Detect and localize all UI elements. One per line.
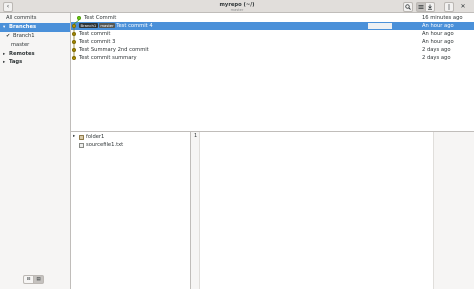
sidebar-footer: ⊟ ▤: [0, 272, 70, 289]
menu-button[interactable]: [444, 1, 454, 12]
download-button[interactable]: [425, 1, 435, 12]
commit-date: 2 days ago: [422, 55, 451, 61]
commit-graph-lines: [73, 19, 80, 58]
sidebar-heading-label: Tags: [9, 59, 23, 65]
file-icon: [79, 142, 84, 148]
source-viewer[interactable]: 1: [191, 132, 474, 289]
commit-date: 2 days ago: [422, 47, 451, 53]
commit-row[interactable]: Test commit: [71, 30, 445, 38]
sidebar-item-label: All commits: [6, 15, 37, 21]
view-button-group: [416, 1, 435, 12]
layout-columns-icon: ⊟: [26, 277, 31, 282]
commit-subject: Test commit 3: [79, 39, 116, 45]
sidebar-heading-branches[interactable]: ▾ Branches: [0, 23, 70, 32]
redacted-region: [368, 23, 392, 29]
commit-subject: Test commit: [79, 31, 111, 37]
file-tree-label: sourcefile1.txt: [86, 142, 124, 148]
search-icon: [405, 3, 411, 10]
sidebar-heading-tags[interactable]: ▸ Tags: [0, 58, 70, 67]
sidebar-item-all-commits[interactable]: All commits: [0, 14, 70, 23]
sidebar-heading-label: Branches: [9, 24, 37, 30]
commit-row[interactable]: Test commit 3: [71, 38, 445, 46]
layout-vertical-button[interactable]: ▤: [33, 275, 44, 284]
commit-subject: Test Commit: [84, 15, 117, 21]
download-icon: [428, 4, 432, 10]
commit-date: An hour ago: [422, 22, 474, 30]
sidebar-item-branch1[interactable]: ✔ Branch1: [0, 32, 70, 41]
file-tree: ▸ folder1 sourcefile1.txt: [71, 132, 191, 289]
commit-date: An hour ago: [422, 39, 454, 45]
folder-icon: [79, 134, 84, 140]
layout-rows-icon: ▤: [36, 277, 41, 282]
commit-row[interactable]: Test Commit: [71, 14, 445, 22]
commit-row[interactable]: Test Summary 2nd commit: [71, 46, 445, 54]
commit-row[interactable]: Test commit summary: [71, 54, 445, 62]
line-number-gutter: 1: [191, 132, 200, 289]
commit-subject-line: Branch1 master Test commit 4: [79, 22, 153, 30]
sidebar: All commits ▾ Branches ✔ Branch1 master ▸ R…: [0, 13, 71, 289]
file-tree-row-file[interactable]: sourcefile1.txt: [71, 141, 191, 149]
commit-date: An hour ago: [422, 31, 454, 37]
layout-toggle: ⊟ ▤: [23, 275, 44, 284]
chevron-right-icon: ▸: [73, 134, 76, 139]
date-column: 16 minutes ago An hour ago An hour ago A…: [422, 13, 474, 132]
file-tree-row-folder[interactable]: ▸ folder1: [71, 133, 191, 141]
list-icon: [418, 4, 424, 9]
search-button[interactable]: [403, 1, 413, 12]
close-icon: ✕: [460, 3, 466, 10]
checkmark-icon: ✔: [6, 33, 11, 39]
commit-subject: Test commit 4: [116, 23, 153, 29]
header-bar: ‹ myrepo (~/) master ✕: [0, 0, 474, 13]
line-number: 1: [194, 133, 198, 139]
sidebar-item-master[interactable]: master: [0, 41, 70, 50]
sidebar-heading-label: Remotes: [9, 51, 35, 57]
commit-subject: Test Summary 2nd commit: [79, 47, 149, 53]
commit-list: Test Commit Branch1 master Test commit 4 T…: [71, 13, 474, 132]
commit-date: 16 minutes ago: [422, 15, 463, 21]
sidebar-item-label: Branch1: [13, 33, 35, 39]
commit-row-selected[interactable]: Branch1 master Test commit 4: [71, 22, 474, 30]
sidebar-item-label: master: [11, 42, 30, 48]
overview-scrollbar[interactable]: [433, 132, 474, 289]
close-button[interactable]: ✕: [458, 2, 468, 12]
kebab-menu-icon: [448, 3, 450, 10]
ref-badge-head: master: [98, 22, 116, 29]
commit-subject: Test commit summary: [79, 55, 137, 61]
file-tree-label: folder1: [86, 134, 105, 140]
